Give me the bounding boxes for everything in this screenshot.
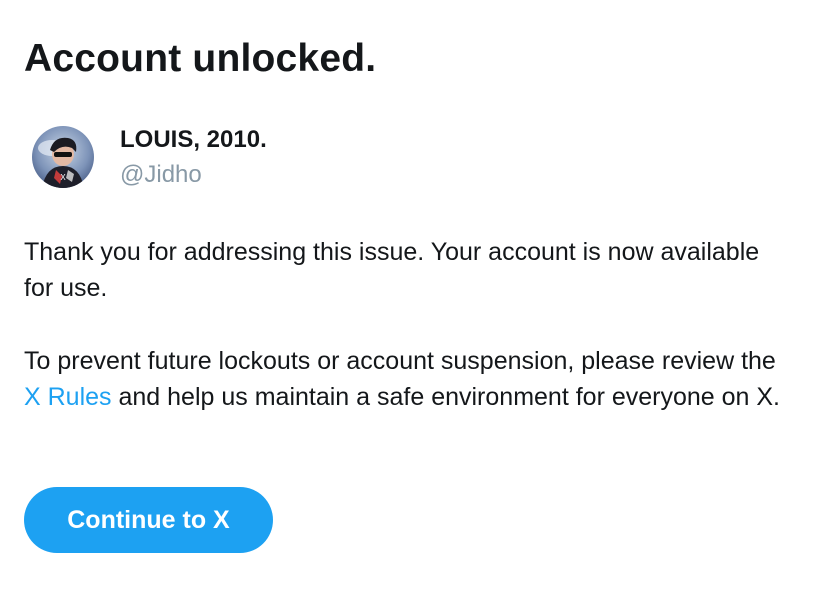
unlock-page: Account unlocked. X LOUIS, 2010. @Jidho … bbox=[24, 0, 814, 598]
profile-card: X LOUIS, 2010. @Jidho bbox=[32, 126, 267, 194]
svg-text:X: X bbox=[60, 173, 66, 182]
page-title: Account unlocked. bbox=[24, 37, 377, 80]
confirmation-message: Thank you for addressing this issue. You… bbox=[24, 238, 760, 302]
profile-names: LOUIS, 2010. @Jidho bbox=[120, 126, 267, 189]
avatar: X bbox=[32, 126, 94, 188]
display-name: LOUIS, 2010. bbox=[120, 126, 267, 153]
continue-button[interactable]: Continue to X bbox=[24, 487, 273, 553]
rules-message-before: To prevent future lockouts or account su… bbox=[24, 347, 776, 375]
rules-message-after: and help us maintain a safe environment … bbox=[111, 383, 781, 411]
user-handle: @Jidho bbox=[120, 161, 202, 188]
rules-message: To prevent future lockouts or account su… bbox=[24, 343, 794, 415]
x-rules-link[interactable]: X Rules bbox=[24, 383, 112, 411]
avatar-photo-icon: X bbox=[32, 126, 94, 188]
